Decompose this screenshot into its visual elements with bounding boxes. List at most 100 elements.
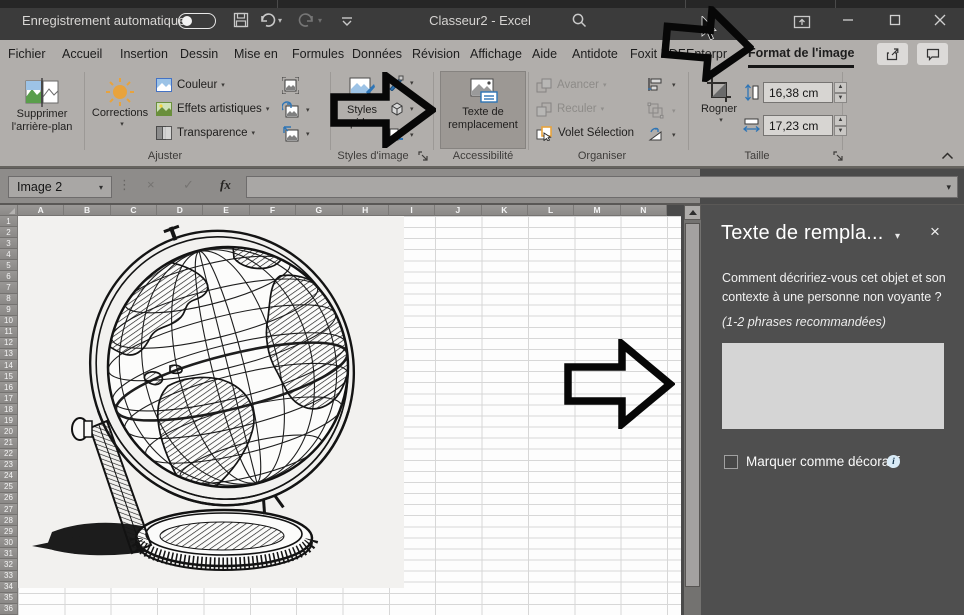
artistic-effects-button[interactable]: Effets artistiques▾ bbox=[156, 98, 269, 120]
row-header-12[interactable]: 12 bbox=[0, 338, 18, 349]
row-header-36[interactable]: 36 bbox=[0, 604, 18, 615]
row-header-8[interactable]: 8 bbox=[0, 294, 18, 305]
row-header-20[interactable]: 20 bbox=[0, 426, 18, 437]
step-up-icon[interactable]: ▲ bbox=[834, 82, 847, 93]
picture-border-dropdown-icon[interactable]: ▾ bbox=[410, 79, 414, 87]
comment-button[interactable] bbox=[917, 43, 948, 65]
column-header-K[interactable]: K bbox=[482, 205, 528, 216]
undo-dropdown-icon[interactable]: ▾ bbox=[278, 16, 282, 25]
column-header-E[interactable]: E bbox=[203, 205, 249, 216]
row-header-14[interactable]: 14 bbox=[0, 360, 18, 371]
tab-antidote[interactable]: Antidote bbox=[572, 40, 618, 68]
alt-text-button[interactable]: Texte de remplacement bbox=[440, 71, 526, 149]
tab-format-de-l-image[interactable]: Format de l'image bbox=[748, 40, 854, 68]
row-header-19[interactable]: 19 bbox=[0, 415, 18, 426]
confirm-entry-icon[interactable]: ✓ bbox=[183, 177, 194, 193]
undo-icon[interactable] bbox=[258, 11, 276, 29]
tab-aide[interactable]: Aide bbox=[532, 40, 557, 68]
column-header-A[interactable]: A bbox=[18, 205, 64, 216]
tab-fichier[interactable]: Fichier bbox=[8, 40, 46, 68]
vertical-scrollbar[interactable] bbox=[684, 205, 701, 615]
tab-enterpr[interactable]: Enterpr bbox=[686, 40, 727, 68]
alt-text-input[interactable] bbox=[722, 343, 944, 429]
tab-foxit-pdf[interactable]: Foxit PDF bbox=[630, 40, 686, 68]
picture-effects-dropdown-icon[interactable]: ▾ bbox=[410, 105, 414, 113]
row-header-2[interactable]: 2 bbox=[0, 227, 18, 238]
size-dialog-launcher-icon[interactable] bbox=[833, 151, 844, 162]
crop-button[interactable]: Rogner ▾ bbox=[696, 70, 742, 150]
column-header-B[interactable]: B bbox=[64, 205, 110, 216]
column-header-C[interactable]: C bbox=[111, 205, 157, 216]
change-picture-icon[interactable] bbox=[282, 101, 299, 118]
minimize-button[interactable] bbox=[828, 0, 868, 40]
row-header-33[interactable]: 33 bbox=[0, 571, 18, 582]
row-header-24[interactable]: 24 bbox=[0, 471, 18, 482]
compress-picture-icon[interactable] bbox=[282, 77, 299, 94]
align-objects-icon[interactable] bbox=[647, 76, 664, 93]
transparency-button[interactable]: Transparence▾ bbox=[156, 122, 255, 144]
column-header-J[interactable]: J bbox=[435, 205, 481, 216]
remove-background-button[interactable]: Supprimer l'arrière-plan bbox=[2, 70, 82, 150]
row-header-13[interactable]: 13 bbox=[0, 349, 18, 360]
collapse-ribbon-icon[interactable] bbox=[941, 152, 954, 160]
select-all-corner[interactable] bbox=[0, 205, 18, 216]
search-icon[interactable] bbox=[570, 11, 588, 29]
tab-affichage[interactable]: Affichage bbox=[470, 40, 522, 68]
reset-picture-icon[interactable] bbox=[282, 125, 299, 142]
selection-pane-button[interactable]: Volet Sélection bbox=[536, 122, 634, 144]
insert-function-icon[interactable]: fx bbox=[220, 177, 231, 193]
picture-styles-dialog-launcher-icon[interactable] bbox=[418, 151, 429, 162]
ribbon-display-icon[interactable] bbox=[793, 13, 811, 31]
formula-input[interactable]: ▾ bbox=[246, 176, 958, 198]
autosave-toggle[interactable] bbox=[178, 13, 216, 29]
send-backward-button[interactable]: Reculer▾ bbox=[536, 98, 604, 120]
row-header-31[interactable]: 31 bbox=[0, 548, 18, 559]
column-header-G[interactable]: G bbox=[296, 205, 342, 216]
row-header-29[interactable]: 29 bbox=[0, 526, 18, 537]
selected-picture-globe[interactable] bbox=[18, 216, 404, 588]
row-header-27[interactable]: 27 bbox=[0, 504, 18, 515]
info-icon[interactable]: i bbox=[887, 455, 900, 468]
row-header-35[interactable]: 35 bbox=[0, 593, 18, 604]
pane-close-icon[interactable]: × bbox=[930, 222, 940, 242]
row-header-34[interactable]: 34 bbox=[0, 582, 18, 593]
scroll-up-button[interactable] bbox=[684, 205, 701, 220]
align-dropdown-icon[interactable]: ▾ bbox=[672, 81, 676, 89]
scrollbar-thumb[interactable] bbox=[685, 223, 700, 587]
row-header-6[interactable]: 6 bbox=[0, 271, 18, 282]
row-header-3[interactable]: 3 bbox=[0, 238, 18, 249]
tab-insertion[interactable]: Insertion bbox=[120, 40, 168, 68]
height-stepper[interactable]: ▲▼ bbox=[834, 82, 847, 103]
height-input[interactable]: 16,38 cm bbox=[763, 82, 833, 103]
save-icon[interactable] bbox=[232, 11, 250, 29]
row-header-22[interactable]: 22 bbox=[0, 449, 18, 460]
row-header-30[interactable]: 30 bbox=[0, 537, 18, 548]
row-header-9[interactable]: 9 bbox=[0, 305, 18, 316]
maximize-button[interactable] bbox=[875, 0, 915, 40]
column-header-F[interactable]: F bbox=[250, 205, 296, 216]
row-header-11[interactable]: 11 bbox=[0, 327, 18, 338]
picture-effects-icon[interactable] bbox=[388, 100, 405, 117]
redo-dropdown-icon[interactable]: ▾ bbox=[318, 16, 322, 25]
pane-dropdown-icon[interactable]: ▾ bbox=[895, 231, 900, 242]
row-header-1[interactable]: 1 bbox=[0, 216, 18, 227]
step-down-icon[interactable]: ▼ bbox=[834, 93, 847, 104]
reset-picture-dropdown-icon[interactable]: ▾ bbox=[306, 130, 310, 138]
column-header-L[interactable]: L bbox=[528, 205, 574, 216]
width-input[interactable]: 17,23 cm bbox=[763, 115, 833, 136]
name-box-dropdown-icon[interactable]: ▾ bbox=[99, 183, 103, 192]
change-picture-dropdown-icon[interactable]: ▾ bbox=[306, 106, 310, 114]
color-button[interactable]: Couleur▾ bbox=[156, 74, 225, 96]
customize-toolbar-icon[interactable] bbox=[338, 11, 356, 29]
row-header-32[interactable]: 32 bbox=[0, 559, 18, 570]
close-button[interactable] bbox=[920, 0, 960, 40]
group-dropdown-icon[interactable]: ▾ bbox=[672, 107, 676, 115]
group-objects-icon[interactable] bbox=[647, 102, 664, 119]
picture-border-icon[interactable] bbox=[388, 74, 405, 91]
column-header-H[interactable]: H bbox=[343, 205, 389, 216]
rotate-dropdown-icon[interactable]: ▾ bbox=[672, 131, 676, 139]
column-header-D[interactable]: D bbox=[157, 205, 203, 216]
tab-r-vision[interactable]: Révision bbox=[412, 40, 460, 68]
row-header-28[interactable]: 28 bbox=[0, 515, 18, 526]
quick-styles-button[interactable]: Styles rapides▾ bbox=[336, 70, 388, 150]
